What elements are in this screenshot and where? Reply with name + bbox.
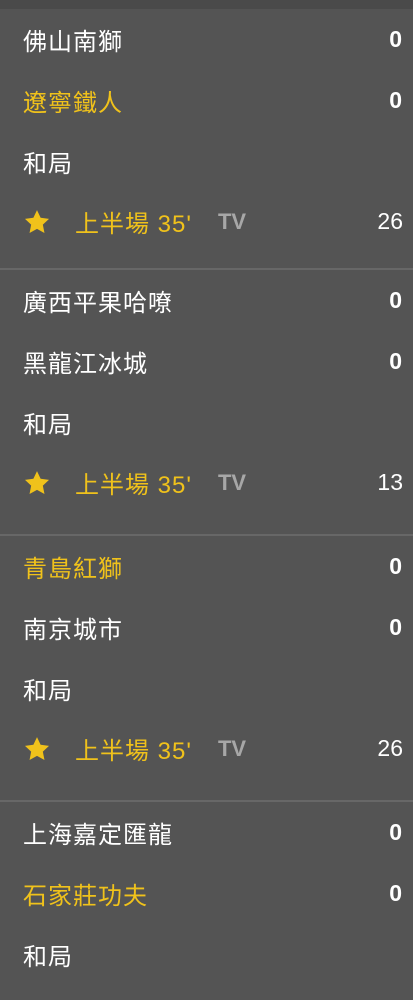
team-name: 石家莊功夫 [23, 882, 148, 910]
team-row-away: 南京城市 0 [23, 597, 405, 658]
team-name: 青島紅獅 [23, 555, 123, 583]
team-score: 0 [389, 880, 403, 906]
team-row-home: 佛山南獅 0 [23, 9, 405, 70]
star-icon[interactable] [23, 735, 51, 763]
match-footer: 上半場 35' TV 26 [23, 192, 405, 251]
team-name: 上海嘉定匯龍 [23, 821, 173, 849]
match-list: 佛山南獅 0 遼寧鐵人 0 和局 上半場 35' TV 26 廣西平果哈嘹 0 … [0, 0, 413, 1000]
team-score: 0 [389, 87, 403, 113]
match-card[interactable]: 上海嘉定匯龍 0 石家莊功夫 0 和局 [0, 802, 413, 1000]
result-row: 和局 [23, 131, 405, 192]
team-row-home: 青島紅獅 0 [23, 536, 405, 597]
team-name: 遼寧鐵人 [23, 89, 123, 117]
match-period: 上半場 35' [75, 472, 192, 499]
team-score: 0 [389, 614, 403, 640]
team-score: 0 [389, 348, 403, 374]
match-period: 上半場 35' [75, 211, 192, 238]
bet-count: 13 [377, 469, 403, 495]
result-label: 和局 [23, 411, 73, 439]
team-row-away: 遼寧鐵人 0 [23, 70, 405, 131]
team-name: 南京城市 [23, 616, 123, 644]
tv-badge[interactable]: TV [218, 736, 246, 762]
match-card[interactable]: 廣西平果哈嘹 0 黑龍江冰城 0 和局 上半場 35' TV 13 [0, 270, 413, 536]
team-row-away: 石家莊功夫 0 [23, 863, 405, 924]
team-name: 廣西平果哈嘹 [23, 289, 173, 317]
result-row: 和局 [23, 924, 405, 985]
match-card[interactable]: 佛山南獅 0 遼寧鐵人 0 和局 上半場 35' TV 26 [0, 9, 413, 270]
match-period: 上半場 35' [75, 738, 192, 765]
result-label: 和局 [23, 150, 73, 178]
team-row-home: 上海嘉定匯龍 0 [23, 802, 405, 863]
team-name: 黑龍江冰城 [23, 350, 148, 378]
result-label: 和局 [23, 677, 73, 705]
bet-count: 26 [377, 208, 403, 234]
team-score: 0 [389, 287, 403, 313]
match-footer: 上半場 35' TV 13 [23, 453, 405, 512]
result-row: 和局 [23, 392, 405, 453]
star-icon[interactable] [23, 469, 51, 497]
star-icon[interactable] [23, 208, 51, 236]
top-strip [0, 0, 413, 9]
tv-badge[interactable]: TV [218, 470, 246, 496]
match-footer: 上半場 35' TV 26 [23, 719, 405, 778]
team-name: 佛山南獅 [23, 28, 123, 56]
team-row-away: 黑龍江冰城 0 [23, 331, 405, 392]
tv-badge[interactable]: TV [218, 209, 246, 235]
result-row: 和局 [23, 658, 405, 719]
bet-count: 26 [377, 735, 403, 761]
team-score: 0 [389, 819, 403, 845]
team-row-home: 廣西平果哈嘹 0 [23, 270, 405, 331]
result-label: 和局 [23, 943, 73, 971]
match-card[interactable]: 青島紅獅 0 南京城市 0 和局 上半場 35' TV 26 [0, 536, 413, 802]
team-score: 0 [389, 553, 403, 579]
team-score: 0 [389, 26, 403, 52]
